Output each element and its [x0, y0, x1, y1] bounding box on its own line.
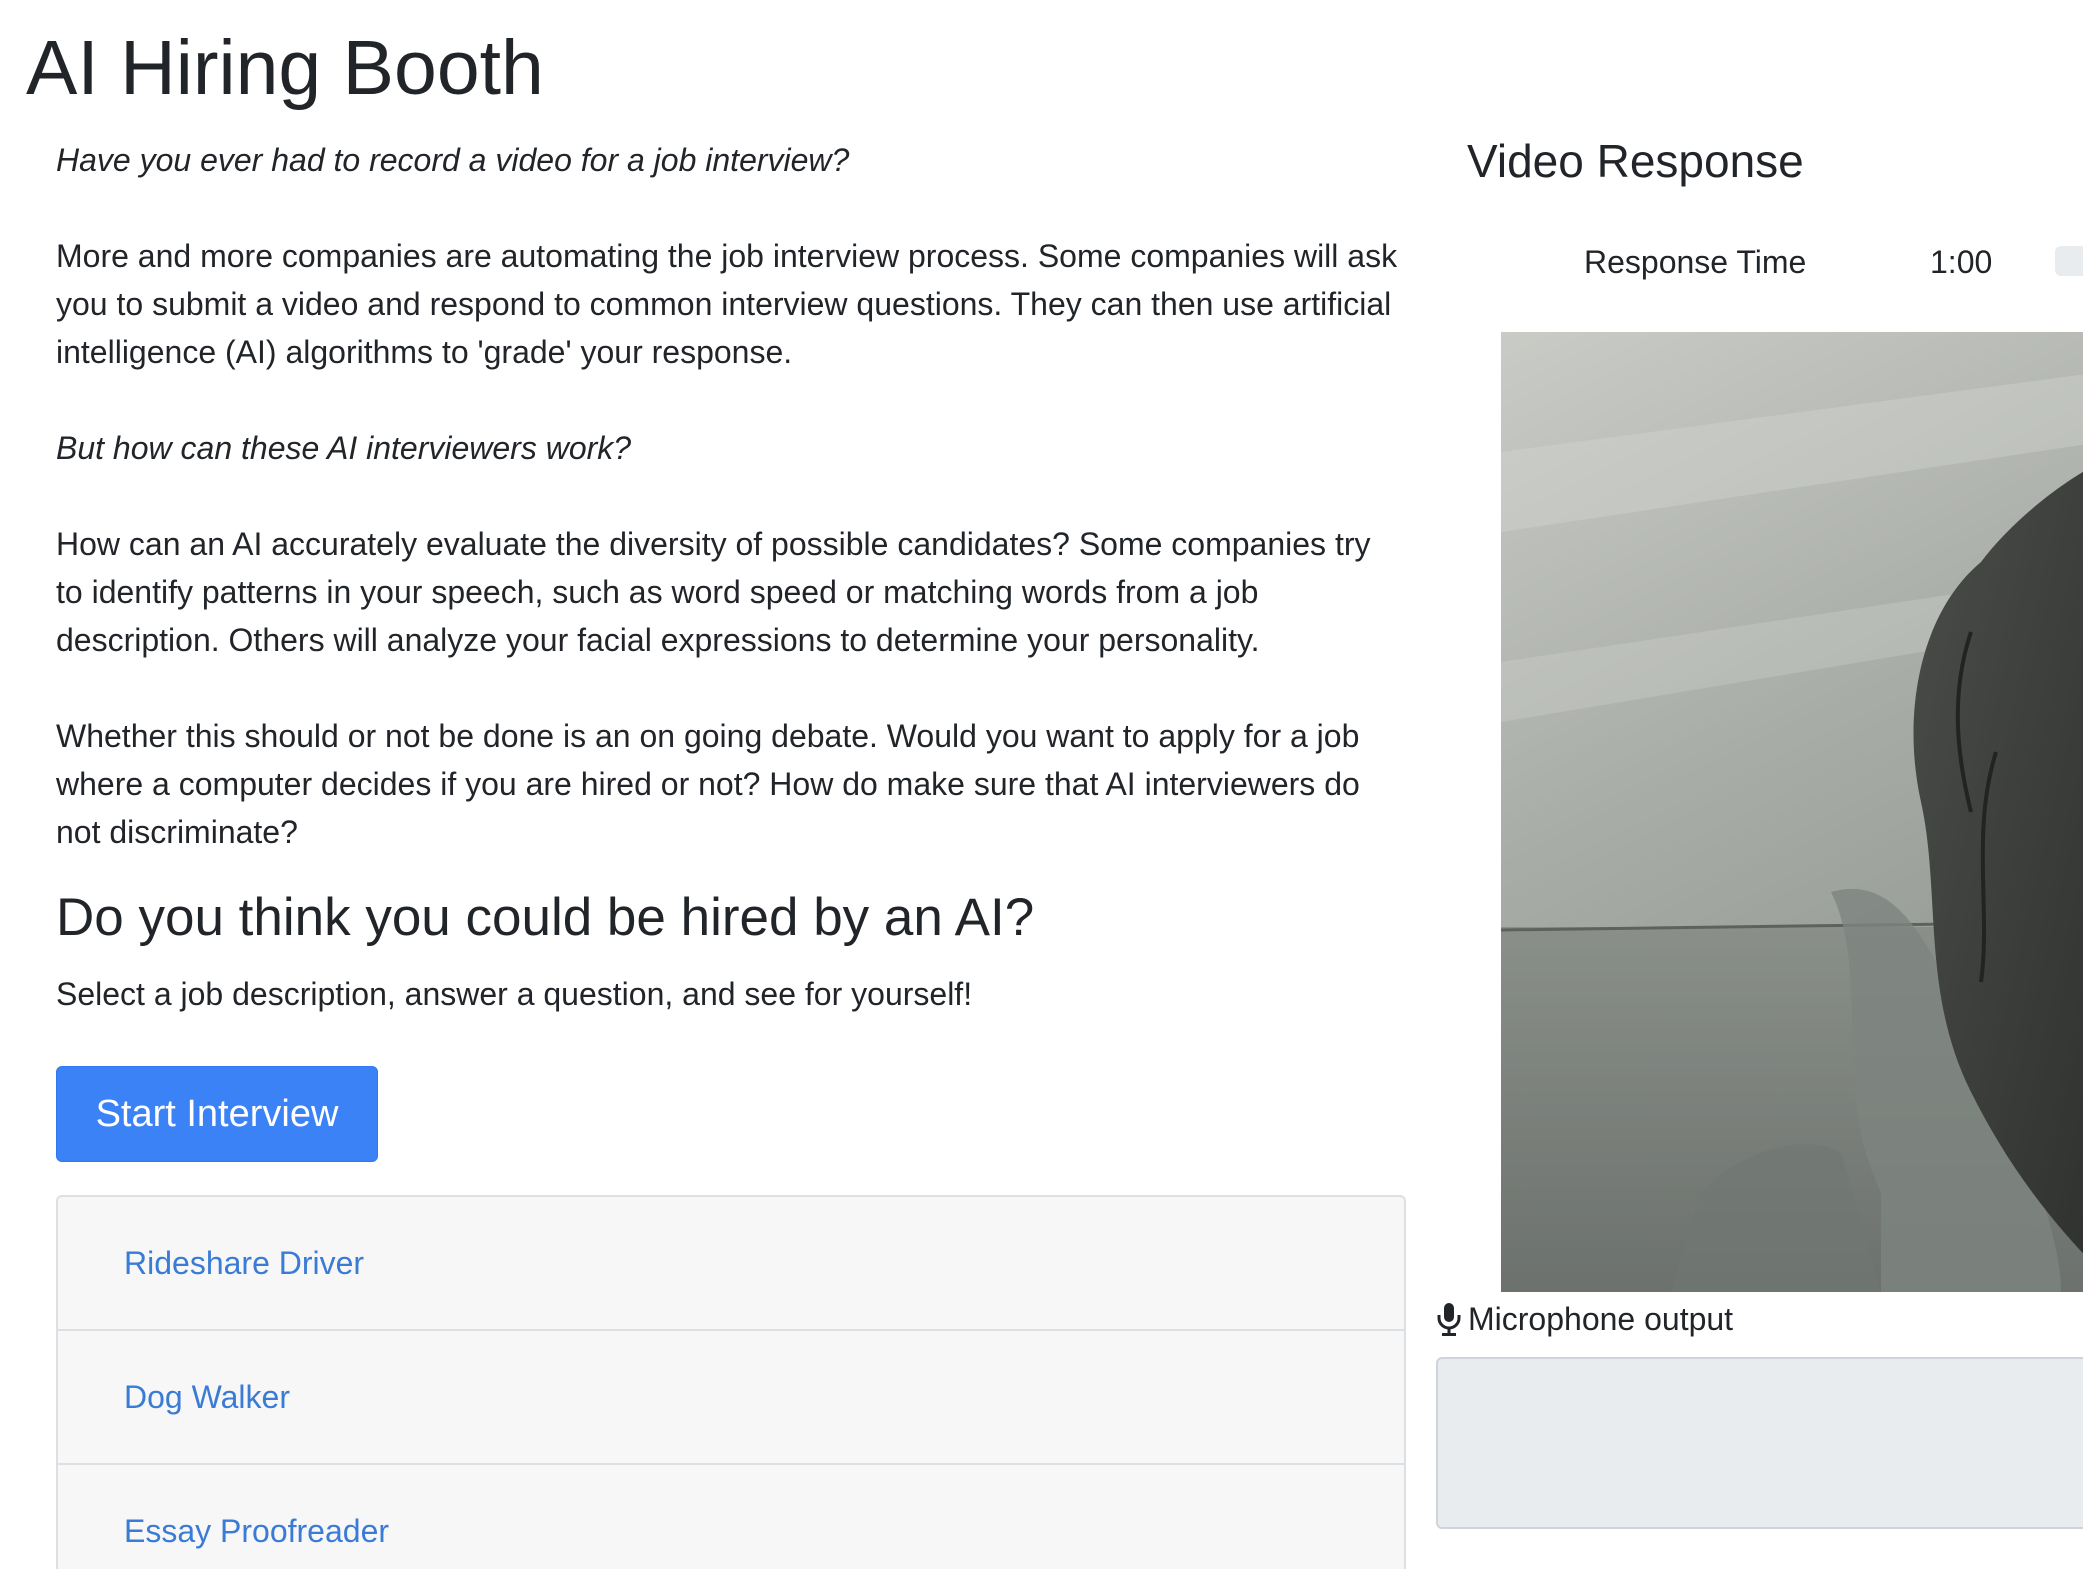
job-list: Rideshare Driver Dog Walker Essay Proofr… [56, 1195, 1406, 1569]
intro-text: Have you ever had to record a video for … [56, 136, 1406, 904]
response-time-label: Response Time [1584, 244, 1807, 280]
page-title: AI Hiring Booth [26, 25, 544, 111]
response-time-value: 1:00 [1930, 244, 1993, 280]
job-link-essay-proofreader[interactable]: Essay Proofreader [124, 1513, 389, 1550]
intro-paragraph: Whether this should or not be done is an… [56, 718, 1360, 850]
job-list-item[interactable]: Rideshare Driver [58, 1197, 1404, 1331]
job-link-dog-walker[interactable]: Dog Walker [124, 1379, 290, 1416]
microphone-icon [1437, 1303, 1461, 1336]
response-time-bar [2055, 246, 2083, 276]
intro-paragraph: More and more companies are automating t… [56, 238, 1398, 370]
job-link-rideshare-driver[interactable]: Rideshare Driver [124, 1245, 364, 1282]
job-list-item[interactable]: Dog Walker [58, 1331, 1404, 1465]
microphone-output-field [1436, 1357, 2083, 1529]
cta-heading: Do you think you could be hired by an AI… [56, 888, 1035, 947]
job-list-item[interactable]: Essay Proofreader [58, 1465, 1404, 1569]
intro-question: But how can these AI interviewers work? [56, 430, 632, 466]
webcam-video [1501, 332, 2083, 1292]
start-interview-button[interactable]: Start Interview [56, 1066, 378, 1162]
video-response-heading: Video Response [1467, 135, 1804, 187]
microphone-row: Microphone output [1436, 1298, 1733, 1340]
intro-paragraph: How can an AI accurately evaluate the di… [56, 526, 1371, 658]
intro-question: Have you ever had to record a video for … [56, 142, 850, 178]
microphone-output-label: Microphone output [1468, 1301, 1734, 1337]
webcam-video-frame [1501, 332, 2083, 1292]
cta-subtext: Select a job description, answer a quest… [56, 976, 973, 1012]
